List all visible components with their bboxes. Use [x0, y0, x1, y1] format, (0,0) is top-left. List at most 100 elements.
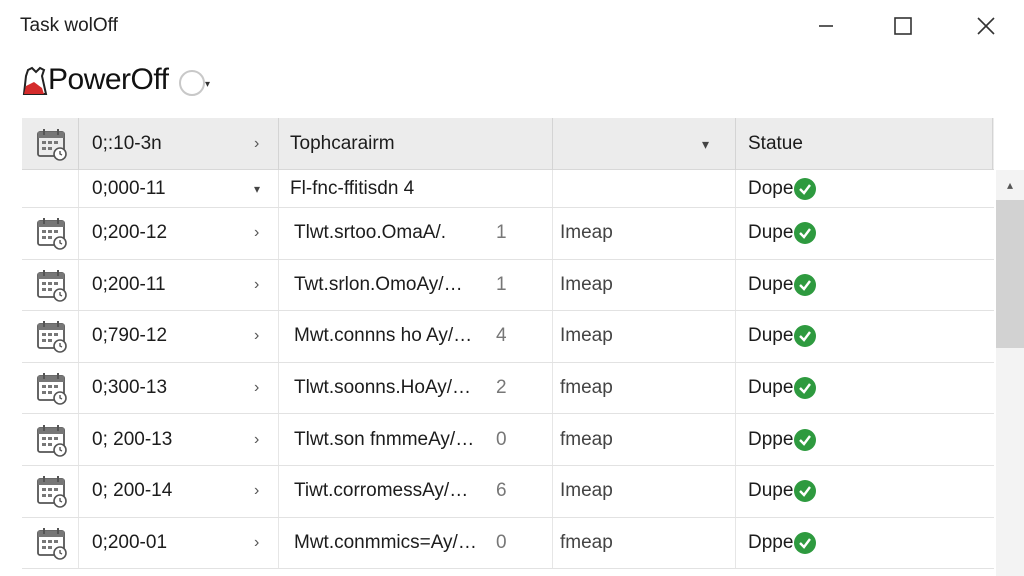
- row-name: Mwt.conmmics=Ay/…: [294, 531, 477, 553]
- calendar-icon: [37, 269, 67, 302]
- row-count: 6: [496, 480, 507, 502]
- status-text: Dupe: [748, 273, 794, 295]
- header-sort-caret[interactable]: ▾: [702, 118, 709, 170]
- status-text: Dppe: [748, 531, 794, 553]
- row-date: 0; 200-13: [92, 428, 173, 450]
- header-status[interactable]: Statue: [748, 118, 803, 170]
- check-circle-icon: [794, 531, 817, 554]
- app-header: PowerOff ▾: [0, 52, 1024, 116]
- row-calendar-icon: [36, 208, 68, 259]
- row-type: fmeap: [560, 531, 613, 553]
- row-calendar-icon: [36, 311, 68, 362]
- row-date: 0;200-11: [92, 273, 166, 295]
- table-row[interactable]: 0;790-12 › Mwt.connns ho Ay/… 4 Imeap Dupe: [22, 311, 994, 363]
- status-text: Dupe: [748, 325, 794, 347]
- check-circle-icon: [794, 377, 817, 400]
- row-calendar-icon: [36, 414, 68, 465]
- group-row-caret[interactable]: ▾: [254, 170, 260, 207]
- row-expand-chevron[interactable]: ›: [254, 363, 259, 414]
- row-date: 0; 200-14: [92, 480, 173, 502]
- check-circle-icon: [794, 273, 817, 296]
- row-expand-chevron[interactable]: ›: [254, 414, 259, 465]
- table-row[interactable]: 0; 200-14 › Tiwt.corromessAy/… 6 Imeap Dupe: [22, 466, 994, 518]
- calendar-icon: [37, 321, 67, 354]
- status-circle-icon[interactable]: [179, 70, 205, 96]
- row-count: 2: [496, 377, 507, 399]
- row-date: 0;200-12: [92, 222, 168, 244]
- status-text: Dupe: [748, 480, 794, 502]
- app-menu-caret[interactable]: ▾: [205, 79, 210, 90]
- row-count: 0: [496, 531, 507, 553]
- task-table: 0;:10-3n › Tophcarairm ▾ Statue 0;000-11…: [22, 118, 1024, 576]
- row-type: Imeap: [560, 222, 613, 244]
- row-date: 0;790-12: [92, 325, 168, 347]
- row-calendar-icon: [36, 466, 68, 517]
- header-topic[interactable]: Tophcarairm: [290, 118, 395, 170]
- row-name: Mwt.connns ho Ay/…: [294, 325, 473, 347]
- app-name: PowerOff: [48, 63, 169, 96]
- group-row[interactable]: 0;000-11 ▾ Fl-fnc-ffitisdn 4 Dope: [22, 170, 994, 208]
- calendar-icon: [37, 373, 67, 405]
- row-expand-chevron[interactable]: ›: [254, 311, 259, 362]
- row-name: Tiwt.corromessAy/…: [294, 480, 469, 502]
- header-calendar-icon: [36, 118, 68, 170]
- row-date: 0;200-01: [92, 531, 168, 553]
- row-count: 1: [496, 222, 507, 244]
- row-status: Dupe: [748, 208, 817, 259]
- close-icon: [977, 17, 995, 35]
- row-status: Dppe: [748, 414, 817, 465]
- maximize-icon: [894, 17, 912, 35]
- row-expand-chevron[interactable]: ›: [254, 208, 259, 259]
- row-name: Tlwt.son fnmmeAy/…: [294, 428, 475, 450]
- row-name: Tlwt.srtoo.OmaA/​.: [294, 222, 447, 244]
- check-circle-icon: [794, 177, 817, 200]
- row-expand-chevron[interactable]: ›: [254, 466, 259, 517]
- window-title: Task wolOff: [20, 15, 118, 36]
- row-name: Tlwt.soonns.HoAy/…: [294, 377, 472, 399]
- calendar-icon: [37, 527, 67, 560]
- row-calendar-icon: [36, 260, 68, 311]
- row-type: Imeap: [560, 273, 613, 295]
- minimize-button[interactable]: [796, 6, 856, 46]
- calendar-icon: [37, 218, 67, 251]
- status-text: Dope: [748, 177, 794, 199]
- row-type: fmeap: [560, 377, 613, 399]
- close-button[interactable]: [956, 6, 1016, 46]
- scroll-thumb[interactable]: [996, 200, 1024, 348]
- row-count: 4: [496, 325, 507, 347]
- calendar-icon: [37, 424, 67, 457]
- status-text: Dppe: [748, 428, 794, 450]
- row-calendar-icon: [36, 363, 68, 414]
- group-row-topic: Fl-fnc-ffitisdn 4: [290, 177, 415, 199]
- check-circle-icon: [794, 222, 817, 245]
- row-date: 0;300-13: [92, 377, 168, 399]
- check-circle-icon: [794, 325, 817, 348]
- row-type: Imeap: [560, 325, 613, 347]
- check-circle-icon: [794, 428, 817, 451]
- minimize-icon: [819, 25, 833, 27]
- table-row[interactable]: 0;300-13 › Tlwt.soonns.HoAy/… 2 fmeap Dupe: [22, 362, 994, 415]
- group-row-status: Dope: [748, 170, 817, 207]
- title-bar: Task wolOff: [0, 0, 1024, 52]
- header-date-chevron[interactable]: ›: [254, 118, 259, 170]
- table-row[interactable]: 0;200-01 › Mwt.conmmics=Ay/… 0 fmeap Dppe: [22, 517, 994, 570]
- status-text: Dupe: [748, 377, 794, 399]
- table-row[interactable]: 0;200-11 › Twt.srlon.OmoAy/… 1 Imeap Dupe: [22, 259, 994, 312]
- scroll-up-arrow[interactable]: ▴: [996, 170, 1024, 200]
- calendar-icon: [37, 476, 67, 509]
- vertical-scrollbar[interactable]: ▴: [996, 170, 1024, 576]
- table-row[interactable]: 0; 200-13 › Tlwt.son fnmmeAy/… 0 fmeap Dppe: [22, 414, 994, 466]
- row-status: Dupe: [748, 363, 817, 414]
- calendar-icon: [37, 129, 67, 161]
- app-logo-icon: [22, 66, 48, 95]
- row-count: 0: [496, 428, 507, 450]
- row-status: Dupe: [748, 466, 817, 517]
- row-status: Dppe: [748, 518, 817, 569]
- status-text: Dupe: [748, 222, 794, 244]
- row-expand-chevron[interactable]: ›: [254, 518, 259, 569]
- maximize-button[interactable]: [873, 6, 933, 46]
- row-count: 1: [496, 273, 507, 295]
- header-date[interactable]: 0;:10-3n: [92, 118, 162, 170]
- table-row[interactable]: 0;200-12 › Tlwt.srtoo.OmaA/​. 1 Imeap Dupe: [22, 208, 994, 260]
- row-expand-chevron[interactable]: ›: [254, 260, 259, 311]
